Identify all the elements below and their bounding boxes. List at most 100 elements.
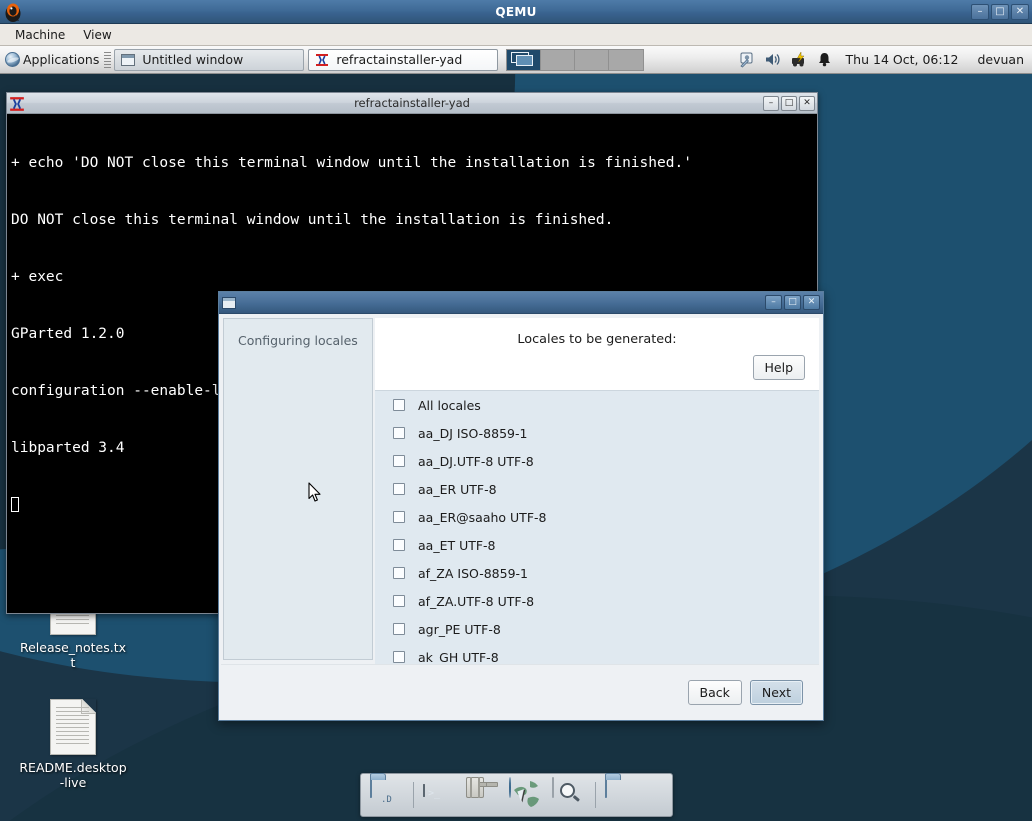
dialog-footer: Back Next (221, 664, 819, 720)
back-button[interactable]: Back (687, 680, 742, 705)
locale-label: All locales (418, 397, 481, 413)
locale-label: aa_ER UTF-8 (418, 481, 497, 497)
qemu-window-buttons: – □ ✕ (971, 3, 1032, 20)
locale-label: agr_PE UTF-8 (418, 621, 501, 637)
workspace-4[interactable] (609, 49, 644, 70)
xterm-minimize-button[interactable]: – (763, 95, 779, 111)
applications-menu-button[interactable]: Applications (0, 47, 102, 73)
locale-label: af_ZA.UTF-8 UTF-8 (418, 593, 535, 609)
xterm-maximize-button[interactable]: □ (781, 95, 797, 111)
qemu-titlebar: QEMU – □ ✕ (0, 0, 1032, 24)
qemu-window-title: QEMU (495, 4, 537, 19)
xterm-window-title: refractainstaller-yad (354, 96, 470, 110)
dock-separator-2 (595, 782, 596, 808)
pager-window-icon (516, 54, 534, 66)
workspace-3[interactable] (575, 49, 610, 70)
dialog-sidebar-title: Configuring locales (238, 333, 358, 348)
application-dock: .D >_ (360, 773, 673, 817)
taskbar-button-label: refractainstaller-yad (336, 52, 463, 67)
locale-checkbox-list[interactable]: All locales aa_DJ ISO-8859-1 aa_DJ.UTF-8… (375, 390, 819, 664)
terminal-line: + exec (11, 269, 64, 285)
pen-tablet-icon[interactable] (738, 51, 755, 68)
workspace-pager[interactable] (506, 48, 645, 71)
desktop-icon-readme-desktop-live[interactable]: README.desktop-live (18, 699, 128, 790)
locale-list-item[interactable]: aa_ET UTF-8 (375, 531, 819, 559)
next-button[interactable]: Next (749, 680, 803, 705)
dock-file-manager-icon[interactable] (605, 777, 639, 812)
xterm-titlebar: refractainstaller-yad – □ ✕ (7, 93, 817, 114)
text-document-icon (50, 699, 96, 755)
locale-list-item[interactable]: af_ZA ISO-8859-1 (375, 559, 819, 587)
locale-list-item[interactable]: aa_ER UTF-8 (375, 475, 819, 503)
notification-bell-icon[interactable] (816, 51, 833, 68)
locale-checkbox[interactable] (393, 567, 405, 579)
qemu-minimize-button[interactable]: – (971, 3, 989, 20)
dialog-titlebar: – □ ✕ (219, 292, 823, 314)
volume-speaker-icon[interactable] (764, 51, 781, 68)
applications-menu-label: Applications (23, 52, 100, 67)
window-icon (121, 53, 136, 66)
qemu-menubar: Machine View (0, 24, 1032, 46)
workspace-2[interactable] (541, 49, 576, 70)
mouse-cursor (308, 482, 322, 507)
dialog-close-button[interactable]: ✕ (803, 295, 820, 310)
menu-view[interactable]: View (76, 26, 118, 44)
workspace-1[interactable] (507, 49, 542, 70)
qemu-guest-display: Release_notes.txt README.desktop-live Ap… (0, 46, 1032, 821)
locale-checkbox[interactable] (393, 511, 405, 523)
handle-grip-icon[interactable] (104, 51, 112, 68)
dock-search-icon[interactable] (552, 777, 586, 812)
dock-home-folder-icon[interactable]: .D (370, 777, 404, 812)
taskbar-username[interactable]: devuan (977, 52, 1024, 67)
help-button[interactable]: Help (752, 355, 805, 380)
terminal-cursor (11, 497, 19, 512)
locale-label: ak_GH UTF-8 (418, 649, 499, 665)
terminal-line: + echo 'DO NOT close this terminal windo… (11, 155, 692, 171)
locale-checkbox[interactable] (393, 483, 405, 495)
taskbar-button-untitled-window[interactable]: Untitled window (114, 48, 305, 71)
dock-terminal-icon[interactable]: >_ (423, 778, 457, 812)
dialog-heading: Locales to be generated: (517, 332, 677, 347)
locale-checkbox[interactable] (393, 651, 405, 663)
locale-list-item[interactable]: aa_ER@saaho UTF-8 (375, 503, 819, 531)
terminal-line: DO NOT close this terminal window until … (11, 212, 614, 228)
locale-list-item[interactable]: aa_DJ.UTF-8 UTF-8 (375, 447, 819, 475)
taskbar-button-label: Untitled window (142, 52, 244, 67)
taskbar-clock[interactable]: Thu 14 Oct, 06:12 (846, 52, 959, 67)
locale-checkbox[interactable] (393, 539, 405, 551)
locale-list-item[interactable]: aa_DJ ISO-8859-1 (375, 419, 819, 447)
locale-checkbox[interactable] (393, 399, 405, 411)
package-updater-icon[interactable] (790, 51, 807, 68)
locale-checkbox[interactable] (393, 427, 405, 439)
locale-list-item[interactable]: All locales (375, 391, 819, 419)
dialog-maximize-button[interactable]: □ (784, 295, 801, 310)
locale-checkbox[interactable] (393, 455, 405, 467)
window-icon (222, 296, 236, 309)
locale-label: aa_DJ.UTF-8 UTF-8 (418, 453, 534, 469)
desktop-taskbar: Applications Untitled window refractains… (0, 46, 1032, 74)
dialog-sidebar: Configuring locales (223, 318, 373, 660)
locale-checkbox[interactable] (393, 595, 405, 607)
xterm-icon (315, 53, 329, 67)
xterm-close-button[interactable]: ✕ (799, 95, 815, 111)
dock-web-browser-icon[interactable] (509, 777, 543, 812)
qemu-application-window: QEMU – □ ✕ Machine View Release_notes.tx… (0, 0, 1032, 821)
locale-label: af_ZA ISO-8859-1 (418, 565, 528, 581)
qemu-maximize-button[interactable]: □ (991, 3, 1009, 20)
locale-list-item[interactable]: agr_PE UTF-8 (375, 615, 819, 643)
qemu-close-button[interactable]: ✕ (1011, 3, 1029, 20)
locale-list-item[interactable]: af_ZA.UTF-8 UTF-8 (375, 587, 819, 615)
desktop-icon-label: README.desktop-live (19, 760, 127, 790)
desktop-icon-label: Release_notes.txt (19, 640, 127, 670)
dialog-minimize-button[interactable]: – (765, 295, 782, 310)
xterm-window-buttons: – □ ✕ (763, 95, 815, 111)
menu-machine[interactable]: Machine (8, 26, 72, 44)
taskbar-button-refractainstaller-yad[interactable]: refractainstaller-yad (308, 48, 499, 71)
system-tray: Thu 14 Oct, 06:12 devuan (738, 51, 1032, 68)
locale-label: aa_ER@saaho UTF-8 (418, 509, 547, 525)
dialog-window-buttons: – □ ✕ (765, 295, 820, 310)
dock-file-cabinet-icon[interactable] (466, 777, 500, 812)
locale-checkbox[interactable] (393, 623, 405, 635)
dialog-main-panel: Locales to be generated: Help All locale… (375, 318, 819, 664)
locale-list-item[interactable]: ak_GH UTF-8 (375, 643, 819, 664)
